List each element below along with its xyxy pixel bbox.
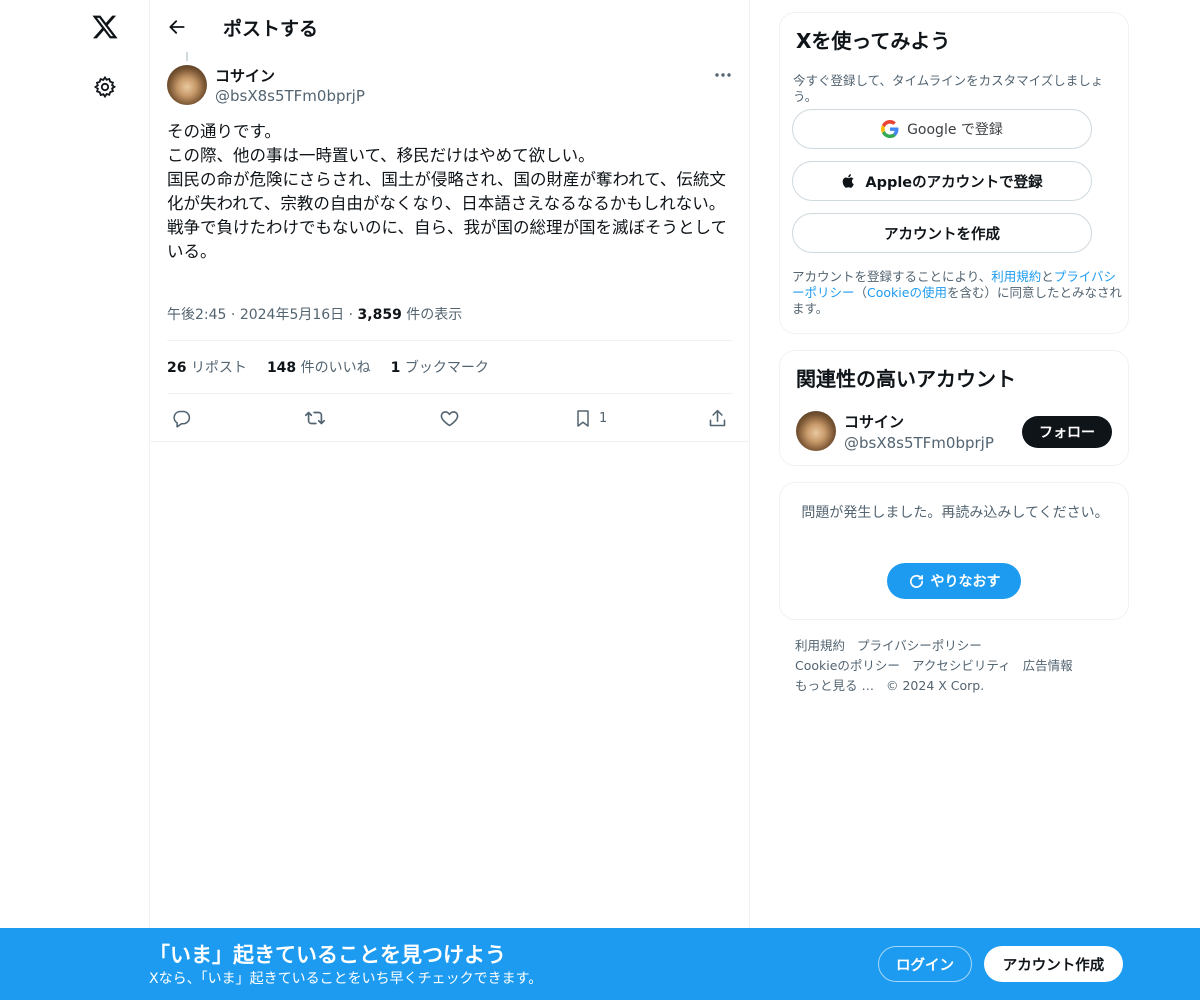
reposts-count: 26	[167, 360, 187, 376]
google-signup-button[interactable]: Google で登録	[792, 109, 1092, 149]
suggested-account-name[interactable]: コサイン	[844, 411, 904, 432]
terms-prefix: アカウントを登録することにより、	[792, 269, 992, 284]
bookmark-count: 1	[599, 410, 608, 426]
create-account-label: アカウントを作成	[884, 226, 1000, 243]
arrow-left-icon[interactable]	[164, 14, 190, 40]
google-icon	[881, 120, 899, 138]
footer-link-terms[interactable]: 利用規約	[795, 636, 845, 656]
heart-icon	[440, 410, 459, 426]
post-stats: 26 リポスト 148 件のいいね 1 ブックマーク	[167, 357, 489, 377]
reply-button[interactable]	[171, 405, 192, 431]
main-column: ポストする コサイン @bsX8s5TFm0bprjP その通りです。 この際、…	[149, 0, 750, 1000]
thread-line	[186, 52, 188, 61]
x-logo-icon[interactable]	[89, 11, 121, 43]
likes-count: 148	[266, 360, 297, 376]
cookie-link[interactable]: Cookieの使用	[867, 285, 947, 300]
suggested-account-handle[interactable]: @bsX8s5TFm0bprjP	[844, 434, 994, 452]
bookmark-icon	[577, 409, 589, 427]
likes-label: 件のいいね	[300, 360, 371, 376]
like-button[interactable]	[439, 405, 460, 431]
post-date[interactable]: 2024年5月16日	[240, 307, 344, 323]
terms-text: アカウントを登録することにより、利用規約とプライバシーポリシー（Cookieの使…	[792, 269, 1122, 317]
bottom-banner: 「いま」起きていることを見つけよう Xなら、「いま」起きていることをいち早くチェ…	[0, 928, 1200, 1000]
author-handle[interactable]: @bsX8s5TFm0bprjP	[215, 87, 365, 105]
ellipsis-icon[interactable]	[710, 64, 736, 86]
apple-icon	[843, 174, 855, 188]
signup-card: Xを使ってみよう 今すぐ登録して、タイムラインをカスタマイズしましょう。 Goo…	[779, 12, 1129, 334]
footer-link-more[interactable]: もっと見る …	[795, 676, 874, 696]
top-bar: ポストする	[150, 0, 750, 53]
bookmarks-stat[interactable]: 1 ブックマーク	[391, 357, 489, 377]
reply-icon	[173, 410, 191, 428]
login-button[interactable]: ログイン	[878, 946, 972, 982]
terms-link[interactable]: 利用規約	[991, 269, 1041, 284]
divider	[167, 340, 733, 341]
footer-link-ads[interactable]: 広告情報	[1023, 656, 1073, 676]
apple-signup-label: Appleのアカウントで登録	[865, 174, 1043, 191]
avatar[interactable]	[796, 411, 836, 451]
google-signup-label: Google で登録	[907, 122, 1003, 138]
post-text: その通りです。 この際、他の事は一時置いて、移民だけはやめて欲しい。 国民の命が…	[167, 122, 728, 261]
bookmarks-count: 1	[390, 360, 401, 376]
author-name[interactable]: コサイン	[215, 65, 275, 86]
divider	[150, 441, 750, 442]
banner-subtitle: Xなら、「いま」起きていることをいち早くチェックできます。	[149, 971, 543, 987]
page-title: ポストする	[223, 18, 319, 40]
gear-icon[interactable]	[91, 73, 119, 101]
banner-title: 「いま」起きていることを見つけよう	[149, 943, 506, 967]
views-count: 3,859	[357, 307, 402, 323]
share-button[interactable]	[707, 405, 728, 431]
footer-link-cookie[interactable]: Cookieのポリシー	[795, 656, 900, 676]
left-nav	[0, 0, 150, 1000]
meta-separator: ·	[348, 307, 354, 323]
terms-paren: （	[854, 285, 868, 300]
footer-link-privacy[interactable]: プライバシーポリシー	[857, 636, 982, 656]
signup-card-title: Xを使ってみよう	[796, 29, 951, 53]
repost-button[interactable]	[304, 405, 326, 431]
refresh-icon	[909, 574, 923, 588]
create-account-button[interactable]: アカウントを作成	[792, 213, 1092, 253]
footer-link-accessibility[interactable]: アクセシビリティ	[912, 656, 1011, 676]
bookmark-button[interactable]: 1	[573, 405, 607, 431]
views-label: 件の表示	[406, 307, 463, 323]
terms-and: と	[1041, 269, 1054, 284]
signup-button[interactable]: アカウント作成	[984, 946, 1123, 982]
post-time[interactable]: 午後2:45	[167, 307, 226, 323]
related-accounts-title: 関連性の高いアカウント	[796, 367, 1016, 391]
signup-card-subtitle: 今すぐ登録して、タイムラインをカスタマイズしましょう。	[793, 73, 1104, 104]
divider	[167, 393, 733, 394]
apple-signup-button[interactable]: Appleのアカウントで登録	[792, 161, 1092, 201]
repost-icon	[305, 411, 325, 425]
likes-stat[interactable]: 148 件のいいね	[267, 357, 371, 377]
copyright: © 2024 X Corp.	[885, 678, 985, 693]
footer: 利用規約 プライバシーポリシー Cookieのポリシー アクセシビリティ 広告情…	[795, 636, 1115, 696]
retry-button[interactable]: やりなおす	[887, 563, 1021, 599]
bookmarks-label: ブックマーク	[404, 360, 489, 376]
share-icon	[709, 409, 726, 426]
retry-label: やりなおす	[930, 574, 1001, 590]
related-accounts-card: 関連性の高いアカウント コサイン @bsX8s5TFm0bprjP フォロー	[779, 350, 1129, 466]
error-card: 問題が発生しました。再読み込みしてください。 やりなおす	[779, 482, 1129, 620]
reposts-stat[interactable]: 26 リポスト	[167, 357, 247, 377]
reposts-label: リポスト	[190, 360, 247, 376]
post-meta: 午後2:45 · 2024年5月16日 · 3,859 件の表示	[167, 304, 462, 324]
error-message: 問題が発生しました。再読み込みしてください。	[801, 505, 1109, 521]
meta-separator: ·	[230, 307, 236, 323]
follow-button[interactable]: フォロー	[1022, 416, 1112, 448]
avatar[interactable]	[167, 65, 207, 105]
